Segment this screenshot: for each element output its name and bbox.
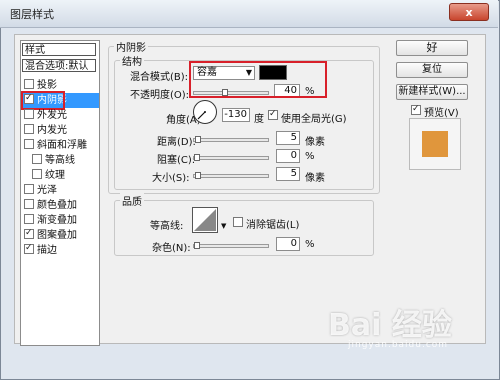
contour-curve-icon <box>194 209 216 231</box>
size-slider-thumb[interactable] <box>195 172 201 179</box>
style-item-label: 等高线 <box>45 155 75 166</box>
styles-list: 样式 混合选项:默认 投影内阴影外发光内发光斜面和浮雕等高线纹理光泽颜色叠加渐变… <box>20 40 100 346</box>
angle-needle-icon <box>197 111 206 120</box>
style-item[interactable]: 图案叠加 <box>21 228 99 243</box>
angle-unit: 度 <box>254 114 264 125</box>
style-item[interactable]: 内发光 <box>21 123 99 138</box>
style-item-checkbox[interactable] <box>24 244 34 254</box>
distance-input[interactable]: 5 <box>276 131 300 145</box>
structure-title: 结构 <box>120 53 144 68</box>
reset-button[interactable]: 复位 <box>396 62 468 78</box>
style-item-label: 图案叠加 <box>37 230 77 241</box>
noise-input[interactable]: 0 <box>276 237 300 251</box>
noise-slider[interactable] <box>193 242 269 249</box>
contour-picker[interactable] <box>192 207 218 233</box>
anti-alias-label: 消除锯齿(L) <box>246 220 300 231</box>
chevron-down-icon[interactable]: ▼ <box>221 222 226 230</box>
style-item-checkbox[interactable] <box>24 184 34 194</box>
angle-input[interactable]: -130 <box>222 108 250 122</box>
preview-swatch <box>422 131 448 157</box>
blend-mode-label: 混合模式(B): <box>130 72 189 83</box>
distance-unit: 像素 <box>305 137 325 148</box>
distance-slider-thumb[interactable] <box>195 136 201 143</box>
style-item-label: 纹理 <box>45 170 65 181</box>
distance-label: 距离(D): <box>157 137 196 148</box>
baidu-watermark-url: jingyan.baidu.com <box>348 340 449 350</box>
new-style-button[interactable]: 新建样式(W)... <box>396 84 468 100</box>
styles-header[interactable]: 样式 <box>22 43 96 56</box>
choke-slider-thumb[interactable] <box>194 154 200 161</box>
style-item-checkbox[interactable] <box>32 169 42 179</box>
title-bar[interactable] <box>0 0 498 28</box>
style-item-label: 光泽 <box>37 185 57 196</box>
baidu-watermark: Bai 经验 <box>328 308 452 343</box>
window-title: 图层样式 <box>10 8 54 21</box>
size-slider[interactable] <box>193 172 269 179</box>
style-item-checkbox[interactable] <box>24 124 34 134</box>
style-item-checkbox[interactable] <box>24 199 34 209</box>
noise-slider-thumb[interactable] <box>194 242 200 249</box>
choke-label: 阻塞(C): <box>157 155 196 166</box>
size-input[interactable]: 5 <box>276 167 300 181</box>
style-item[interactable]: 颜色叠加 <box>21 198 99 213</box>
style-item-label: 内发光 <box>37 125 67 136</box>
global-light-checkbox[interactable] <box>268 110 278 120</box>
noise-unit: % <box>305 239 315 250</box>
style-item-checkbox[interactable] <box>24 214 34 224</box>
distance-slider[interactable] <box>193 136 269 143</box>
noise-label: 杂色(N): <box>152 243 191 254</box>
ok-button[interactable]: 好 <box>396 40 468 56</box>
style-item-checkbox[interactable] <box>24 139 34 149</box>
quality-title: 品质 <box>120 193 144 208</box>
choke-slider[interactable] <box>193 154 269 161</box>
style-item[interactable]: 描边 <box>21 243 99 258</box>
size-unit: 像素 <box>305 173 325 184</box>
style-item-label: 外发光 <box>37 110 67 121</box>
style-item[interactable]: 外发光 <box>21 108 99 123</box>
highlight-box <box>189 61 327 98</box>
preview-label: 预览(V) <box>424 108 459 119</box>
style-item[interactable]: 光泽 <box>21 183 99 198</box>
section-title: 内阴影 <box>114 39 148 54</box>
style-item-label: 投影 <box>37 80 57 91</box>
style-item-checkbox[interactable] <box>24 109 34 119</box>
style-item-label: 渐变叠加 <box>37 215 77 226</box>
style-item-checkbox[interactable] <box>32 154 42 164</box>
blend-options-item[interactable]: 混合选项:默认 <box>22 59 96 72</box>
contour-label: 等高线: <box>150 221 184 232</box>
style-item[interactable]: 斜面和浮雕 <box>21 138 99 153</box>
choke-input[interactable]: 0 <box>276 149 300 163</box>
close-button[interactable]: x <box>449 3 489 21</box>
style-item-label: 斜面和浮雕 <box>37 140 87 151</box>
style-item[interactable]: 纹理 <box>21 168 99 183</box>
angle-dial[interactable] <box>193 100 217 124</box>
style-item-label: 颜色叠加 <box>37 200 77 211</box>
preview-frame <box>409 118 461 170</box>
size-label: 大小(S): <box>152 173 190 184</box>
style-item-checkbox[interactable] <box>24 229 34 239</box>
style-item-checkbox[interactable] <box>24 79 34 89</box>
global-light-label: 使用全局光(G) <box>281 114 347 125</box>
opacity-label: 不透明度(O): <box>130 90 190 101</box>
style-item-label: 描边 <box>37 245 57 256</box>
style-item[interactable]: 等高线 <box>21 153 99 168</box>
choke-unit: % <box>305 151 315 162</box>
anti-alias-checkbox[interactable] <box>233 217 243 227</box>
style-item[interactable]: 渐变叠加 <box>21 213 99 228</box>
preview-checkbox[interactable] <box>411 105 421 115</box>
